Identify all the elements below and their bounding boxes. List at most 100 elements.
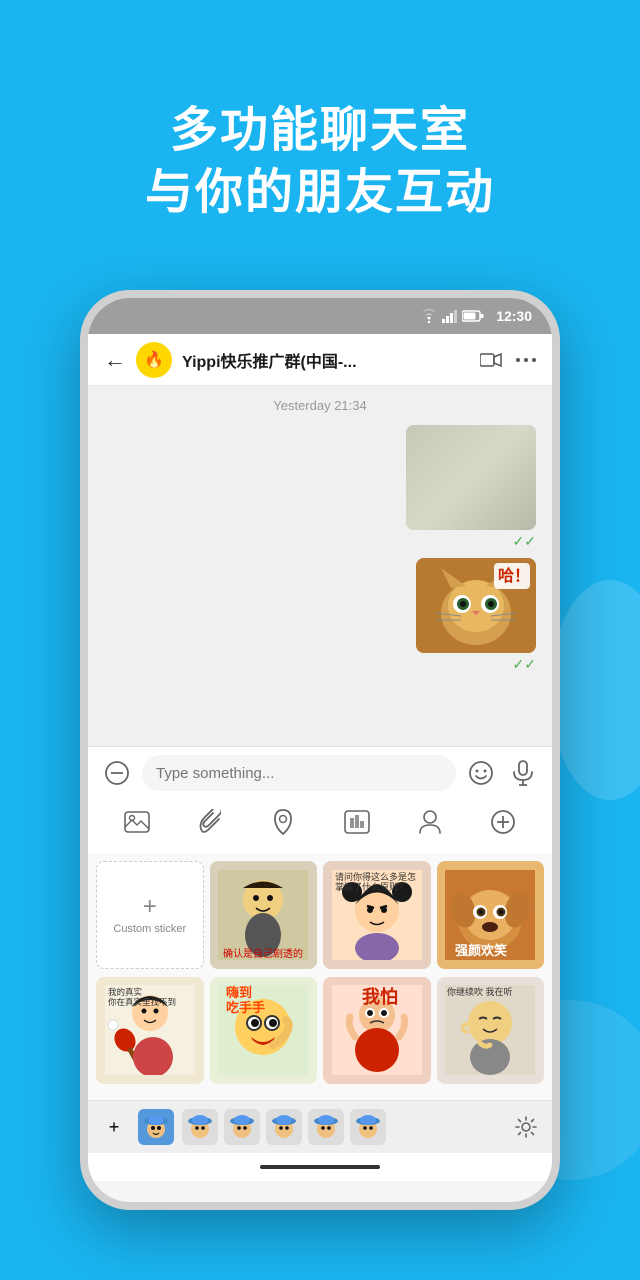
nav-actions xyxy=(480,352,536,368)
sticker-cell-2[interactable]: 请问你得这么多是怎 掌握了什么原则? xyxy=(323,861,431,969)
message-input[interactable] xyxy=(142,755,456,791)
contact-button[interactable] xyxy=(411,803,449,841)
active-emoji-icon xyxy=(142,1113,170,1141)
sticker-cell-girl2[interactable]: 我的真实 你在真实里找不到 xyxy=(96,977,204,1085)
location-icon xyxy=(273,809,293,835)
sticker-image-2: 哈！ xyxy=(416,558,536,653)
chat-title: Yippi快乐推广群(中国-... xyxy=(182,348,470,372)
poll-button[interactable] xyxy=(338,803,376,841)
sticker-scared-svg: 我怕 xyxy=(332,985,422,1075)
sticker-panel: + Custom sticker 确认是自己剧透的 xyxy=(88,853,552,1100)
status-bar: 12:30 xyxy=(88,298,552,334)
image-icon xyxy=(124,810,150,834)
add-custom-sticker[interactable]: + Custom sticker xyxy=(96,861,204,969)
sticker-keep-talking-svg: 你继续吹 我在听 xyxy=(445,985,535,1075)
paperclip-icon xyxy=(199,809,221,835)
svg-text:你继续吹 我在听: 你继续吹 我在听 xyxy=(447,986,513,997)
settings-button[interactable] xyxy=(510,1111,542,1143)
sticker-cell-scared[interactable]: 我怕 xyxy=(323,977,431,1085)
sticker-eat-hand-svg: 嗨到 吃手手 xyxy=(218,985,308,1075)
sticker-message-1: 关爱智障 从你我做起 ✓✓ xyxy=(406,425,536,550)
smile-icon xyxy=(468,760,494,786)
custom-sticker-label: Custom sticker xyxy=(113,923,186,935)
chat-area: Yesterday 21:34 xyxy=(88,386,552,746)
plus-circle-icon xyxy=(490,809,516,835)
minus-circle-icon xyxy=(104,760,130,786)
sticker-girl2-svg: 我的真实 你在真实里找不到 xyxy=(105,985,195,1075)
phone-mockup: 12:30 ← 🔥 Yippi快乐推广群(中国-... Yesterday 21… xyxy=(80,290,560,1210)
more-tools-button[interactable] xyxy=(484,803,522,841)
chart-icon xyxy=(344,810,370,834)
sticker-image-1: 关爱智障 从你我做起 xyxy=(406,425,536,530)
bg-decoration-right xyxy=(550,580,640,800)
toolbar-row xyxy=(100,799,540,845)
svg-text:强颜欢笑: 强颜欢笑 xyxy=(455,943,507,958)
sticker-message-2: 哈！ ✓✓ xyxy=(416,558,536,673)
hero-title: 多功能聊天室 与你的朋友互动 xyxy=(0,100,640,225)
emoji-thumb-1-svg xyxy=(186,1113,214,1141)
emoji-thumb-5-svg xyxy=(354,1113,382,1141)
signal-icon xyxy=(442,309,458,323)
svg-text:吃手手: 吃手手 xyxy=(226,1000,265,1015)
more-icon[interactable] xyxy=(516,352,536,368)
mic-button[interactable] xyxy=(506,756,540,790)
svg-text:我的真实: 我的真实 xyxy=(108,987,142,997)
messages-container: 关爱智障 从你我做起 ✓✓ xyxy=(88,425,552,673)
group-avatar: 🔥 xyxy=(136,342,172,378)
gear-icon xyxy=(515,1116,537,1138)
image-button[interactable] xyxy=(118,803,156,841)
back-button[interactable]: ← xyxy=(104,347,126,373)
hero-line1: 多功能聊天室 xyxy=(0,100,640,162)
emoji-thumb-5[interactable] xyxy=(350,1109,386,1145)
meme-sticker-1-svg: 关爱智障 从你我做起 xyxy=(406,425,536,530)
emoji-thumb-3-svg xyxy=(270,1113,298,1141)
attach-button[interactable] xyxy=(191,803,229,841)
contact-icon xyxy=(419,809,441,835)
wifi-icon xyxy=(420,309,438,323)
input-row xyxy=(100,755,540,791)
hero-line2: 与你的朋友互动 xyxy=(0,162,640,224)
sticker-cell-keep-talking[interactable]: 你继续吹 我在听 xyxy=(437,977,545,1085)
sticker-meme2-svg: 请问你得这么多是怎 掌握了什么原则? xyxy=(332,870,422,960)
emoji-thumb-2[interactable] xyxy=(224,1109,260,1145)
emoji-thumb-3[interactable] xyxy=(266,1109,302,1145)
message-status-1: ✓✓ xyxy=(406,533,536,550)
status-icons xyxy=(420,309,484,323)
input-area xyxy=(88,746,552,853)
emoji-thumb-list xyxy=(182,1109,502,1145)
home-indicator xyxy=(88,1153,552,1181)
svg-text:请问你得这么多是怎: 请问你得这么多是怎 xyxy=(335,871,416,882)
add-emoji-button[interactable]: + xyxy=(98,1111,130,1143)
sticker-grid-row2: 我的真实 你在真实里找不到 xyxy=(96,977,544,1085)
svg-text:你在真实里找不到: 你在真实里找不到 xyxy=(108,997,176,1007)
sticker-meme1-svg: 确认是自己剧透的 xyxy=(218,870,308,960)
emoji-bar: + xyxy=(88,1100,552,1153)
svg-text:关爱智障 从你我做起: 关爱智障 从你我做起 xyxy=(411,512,513,526)
emoji-thumb-1[interactable] xyxy=(182,1109,218,1145)
chat-timestamp: Yesterday 21:34 xyxy=(273,398,366,413)
video-call-icon[interactable] xyxy=(480,352,502,368)
battery-icon xyxy=(462,310,484,322)
emoji-thumb-2-svg xyxy=(228,1113,256,1141)
sticker-dog-svg: 强颜欢笑 xyxy=(445,870,535,960)
sticker-grid-row1: + Custom sticker 确认是自己剧透的 xyxy=(96,861,544,969)
svg-text:哈！: 哈！ xyxy=(498,566,530,585)
meme-sticker-2-svg: 哈！ xyxy=(416,558,536,653)
sticker-cell-1[interactable]: 确认是自己剧透的 xyxy=(210,861,318,969)
svg-text:确认是自己剧透的: 确认是自己剧透的 xyxy=(223,947,303,960)
status-time: 12:30 xyxy=(496,308,532,324)
mic-icon xyxy=(511,760,535,786)
sticker-cell-dog[interactable]: 强颜欢笑 xyxy=(437,861,545,969)
message-status-2: ✓✓ xyxy=(416,656,536,673)
emoji-toggle-button[interactable] xyxy=(100,756,134,790)
emoji-thumb-4[interactable] xyxy=(308,1109,344,1145)
active-emoji-set[interactable] xyxy=(138,1109,174,1145)
location-button[interactable] xyxy=(264,803,302,841)
home-bar xyxy=(260,1165,380,1169)
sticker-cell-eat-hand[interactable]: 嗨到 吃手手 xyxy=(210,977,318,1085)
svg-text:掌握了什么原则?: 掌握了什么原则? xyxy=(335,881,403,892)
nav-bar: ← 🔥 Yippi快乐推广群(中国-... xyxy=(88,334,552,386)
emoji-thumb-4-svg xyxy=(312,1113,340,1141)
svg-text:我怕: 我怕 xyxy=(362,986,398,1007)
smile-button[interactable] xyxy=(464,756,498,790)
